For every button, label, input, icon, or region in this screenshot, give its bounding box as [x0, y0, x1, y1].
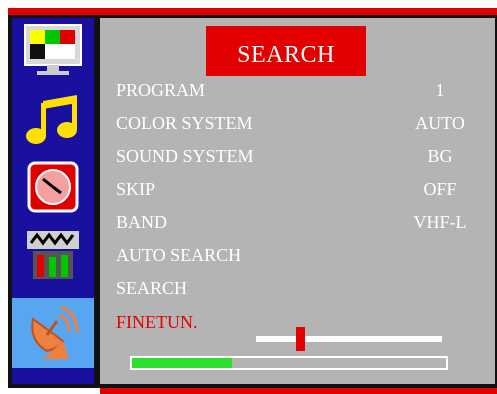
sidebar-item-sound[interactable]	[12, 88, 94, 148]
menu-row-band[interactable]: BAND VHF-L	[116, 210, 467, 236]
finetune-slider-track[interactable]	[256, 336, 442, 342]
menu-row-search[interactable]: SEARCH	[116, 276, 456, 302]
menu-row-value: AUTO	[415, 113, 465, 133]
music-note-icon	[26, 95, 77, 144]
menu-row-label: SOUND SYSTEM	[116, 146, 254, 166]
sidebar-item-channel[interactable]	[12, 298, 94, 368]
menu-row-value: OFF	[423, 179, 457, 199]
menu-row-label: BAND	[116, 212, 168, 232]
sidebar-item-timer[interactable]	[12, 156, 94, 216]
menu-row-sound-system[interactable]: SOUND SYSTEM BG	[116, 144, 456, 170]
menu-row-finetune[interactable]: FINETUN.	[116, 310, 456, 336]
menu-row-color-system[interactable]: COLOR SYSTEM AUTO	[116, 111, 465, 137]
menu-row-label: AUTO SEARCH	[116, 245, 242, 265]
menu-row-label: COLOR SYSTEM	[116, 113, 253, 133]
menu-row-label: SKIP	[116, 179, 156, 199]
menu-row-label: SEARCH	[116, 278, 188, 298]
finetune-slider-thumb[interactable]	[296, 327, 306, 351]
equalizer-icon	[27, 231, 79, 279]
satellite-dish-icon	[31, 305, 79, 359]
bottom-red-bar	[100, 388, 497, 394]
clock-timer-icon	[27, 161, 79, 213]
search-menu-panel: SEARCH PROGRAM 1 COLOR SYSTEM AUTO SOUND…	[100, 18, 495, 384]
menu-row-skip[interactable]: SKIP OFF	[116, 177, 457, 203]
search-progress-fill	[132, 358, 233, 368]
menu-row-program[interactable]: PROGRAM 1	[116, 78, 456, 104]
menu-row-value: VHF-L	[413, 212, 467, 232]
menu-row-auto-search[interactable]: AUTO SEARCH	[116, 243, 456, 269]
menu-row-label: PROGRAM	[116, 80, 206, 100]
menu-row-value: BG	[427, 146, 453, 166]
menu-title: SEARCH	[206, 26, 366, 76]
menu-row-label: FINETUN.	[116, 312, 198, 332]
sidebar	[12, 18, 94, 384]
tv-osd-window: SEARCH PROGRAM 1 COLOR SYSTEM AUTO SOUND…	[0, 0, 497, 394]
sidebar-item-function[interactable]	[12, 224, 94, 284]
menu-row-value: 1	[435, 80, 445, 100]
top-red-bar	[8, 8, 497, 15]
sidebar-item-picture[interactable]	[12, 20, 94, 80]
search-progress-bar	[130, 356, 448, 370]
tv-picture-icon	[24, 24, 82, 75]
